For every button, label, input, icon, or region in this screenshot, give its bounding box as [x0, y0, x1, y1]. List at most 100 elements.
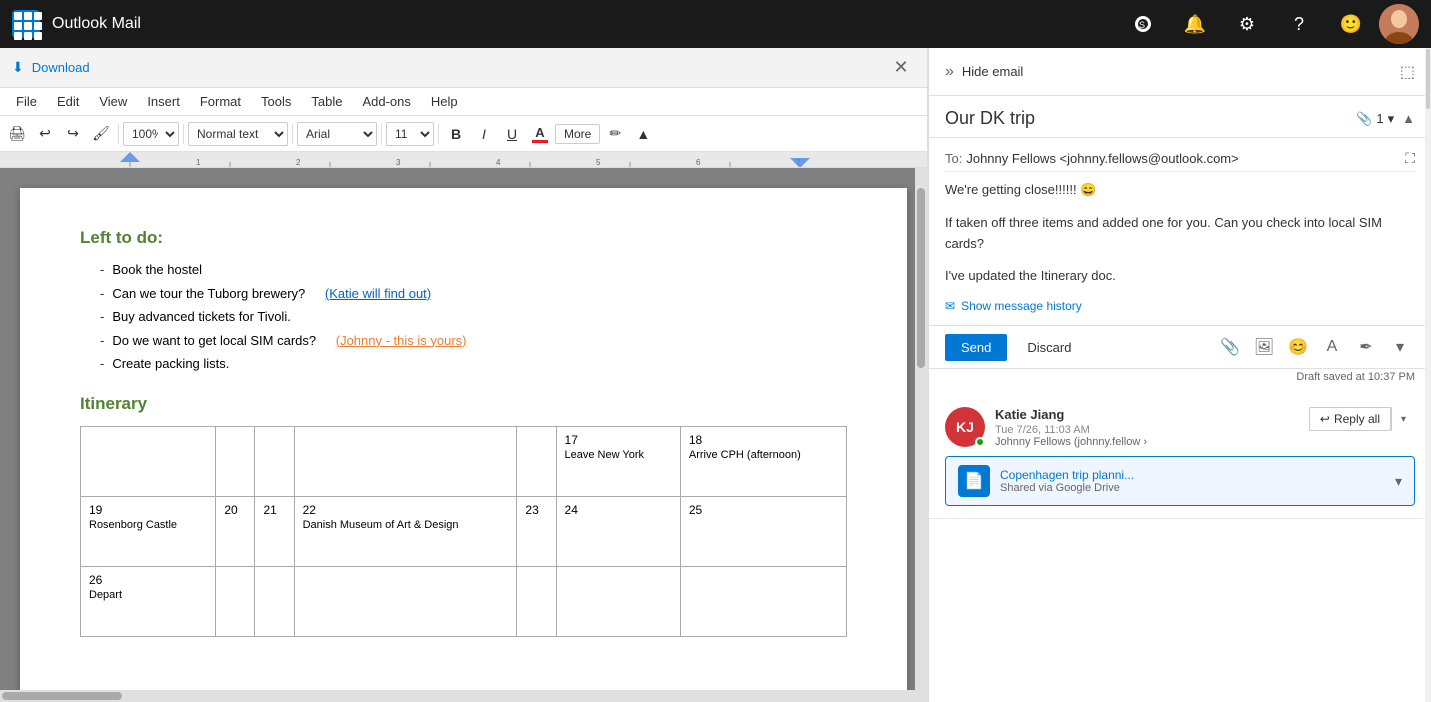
- font-color-button[interactable]: A: [527, 121, 553, 147]
- ruler: 1 2 3 4 5 6 7: [0, 152, 927, 168]
- email-message: KJ Katie Jiang Tue 7/26, 11:03 AM Johnny…: [929, 395, 1431, 519]
- table-cell-22: 22 Danish Museum of Art & Design: [294, 496, 517, 566]
- menu-insert[interactable]: Insert: [139, 92, 188, 111]
- expand-email-icon[interactable]: ⬚: [1400, 62, 1415, 82]
- menu-addons[interactable]: Add-ons: [354, 92, 418, 111]
- attachment-subtitle: Shared via Google Drive: [1000, 482, 1385, 494]
- text-format-icon[interactable]: A: [1317, 332, 1347, 362]
- attachment-filename: Copenhagen trip planni...: [1000, 468, 1385, 482]
- italic-button[interactable]: I: [471, 121, 497, 147]
- svg-text:3: 3: [396, 158, 401, 167]
- heading-itinerary: Itinerary: [80, 394, 847, 414]
- print-icon[interactable]: 🖨: [4, 121, 30, 147]
- email-panel: » Hide email ⬚ Our DK trip 📎 1 ▾ ▲ To: J…: [928, 48, 1431, 702]
- font-size-select[interactable]: 11: [386, 122, 434, 146]
- gear-icon[interactable]: ⚙: [1223, 0, 1271, 48]
- bold-button[interactable]: B: [443, 121, 469, 147]
- discard-button[interactable]: Discard: [1015, 334, 1083, 361]
- table-cell: [81, 426, 216, 496]
- compose-body[interactable]: We're getting close!!!!!! 😄 If taken off…: [945, 172, 1415, 295]
- more-options-icon[interactable]: ▾: [1385, 332, 1415, 362]
- attachment-card[interactable]: 📄 Copenhagen trip planni... Shared via G…: [945, 456, 1415, 506]
- download-bar: ⬇ Download ✕: [0, 48, 927, 88]
- menu-table[interactable]: Table: [303, 92, 350, 111]
- send-button[interactable]: Send: [945, 334, 1007, 361]
- download-arrow-icon: ⬇: [12, 59, 24, 76]
- reply-dropdown-button[interactable]: ▾: [1391, 407, 1415, 431]
- chevron-down-icon[interactable]: ▾: [1388, 111, 1395, 127]
- to-field: To: Johnny Fellows <johnny.fellows@outlo…: [945, 146, 1415, 172]
- list-item: - Do we want to get local SIM cards? (Jo…: [100, 331, 847, 351]
- bell-icon[interactable]: 🔔: [1171, 0, 1219, 48]
- avatar[interactable]: [1379, 4, 1419, 44]
- skype-icon[interactable]: S: [1119, 0, 1167, 48]
- help-icon[interactable]: ?: [1275, 0, 1323, 48]
- online-status-dot: [975, 437, 985, 447]
- text-style-select[interactable]: Normal text: [188, 122, 288, 146]
- table-cell-26: 26 Depart: [81, 566, 216, 636]
- show-message-history-button[interactable]: ✉ Show message history: [945, 295, 1415, 317]
- attachment-info: Copenhagen trip planni... Shared via Goo…: [1000, 468, 1385, 494]
- underline-button[interactable]: U: [499, 121, 525, 147]
- zoom-select[interactable]: 100%: [123, 122, 179, 146]
- app-title: Outlook Mail: [52, 15, 1107, 33]
- expand-compose-icon[interactable]: ⛶: [1405, 150, 1415, 167]
- emoji-picker-icon[interactable]: 😊: [1283, 332, 1313, 362]
- download-button[interactable]: Download: [32, 60, 90, 75]
- attach-file-icon[interactable]: 📎: [1215, 332, 1245, 362]
- topbar: Outlook Mail S 🔔 ⚙ ? 🙂: [0, 0, 1431, 48]
- collapse-toolbar-icon[interactable]: ▲: [630, 121, 656, 147]
- pen-tool-icon[interactable]: ✏: [602, 121, 628, 147]
- table-cell-23: 23: [517, 496, 556, 566]
- editor-scrollbar[interactable]: [915, 168, 927, 702]
- signature-icon[interactable]: ✒: [1351, 332, 1381, 362]
- envelope-icon: ✉: [945, 299, 955, 313]
- message-recipient: Johnny Fellows (johnny.fellow ›: [995, 436, 1299, 448]
- sender-initials: KJ: [956, 419, 974, 435]
- menu-file[interactable]: File: [8, 92, 45, 111]
- close-editor-button[interactable]: ✕: [887, 54, 915, 82]
- reply-action-group: ↩ Reply all ▾: [1309, 407, 1415, 431]
- table-cell-18: 18 Arrive CPH (afternoon): [680, 426, 846, 496]
- app-grid-icon[interactable]: [12, 10, 40, 38]
- insert-image-icon[interactable]: 🖼: [1249, 332, 1279, 362]
- svg-text:2: 2: [296, 158, 301, 167]
- menu-edit[interactable]: Edit: [49, 92, 87, 111]
- reply-all-button[interactable]: ↩ Reply all: [1309, 407, 1391, 431]
- document-page: Left to do: - Book the hostel - Can we t…: [20, 188, 907, 702]
- chevrons-icon: »: [945, 63, 954, 81]
- document-area: Left to do: - Book the hostel - Can we t…: [0, 168, 927, 702]
- list-item: - Book the hostel: [100, 260, 847, 280]
- menu-help[interactable]: Help: [423, 92, 466, 111]
- email-scrollbar[interactable]: [1425, 48, 1431, 702]
- hide-email-button[interactable]: Hide email: [962, 64, 1023, 79]
- sender-name: Katie Jiang: [995, 407, 1299, 422]
- table-cell-24: 24: [556, 496, 680, 566]
- table-cell: [517, 566, 556, 636]
- attachment-expand-icon[interactable]: ▾: [1395, 473, 1402, 490]
- email-messages: KJ Katie Jiang Tue 7/26, 11:03 AM Johnny…: [929, 387, 1431, 702]
- table-cell: [294, 566, 517, 636]
- table-cell: [680, 566, 846, 636]
- sender-info: Katie Jiang Tue 7/26, 11:03 AM Johnny Fe…: [995, 407, 1299, 448]
- list-item: - Create packing lists.: [100, 354, 847, 374]
- menu-view[interactable]: View: [91, 92, 135, 111]
- paint-format-icon[interactable]: 🖌: [88, 121, 114, 147]
- more-button[interactable]: More: [555, 124, 600, 144]
- table-cell: [517, 426, 556, 496]
- main-layout: ⬇ Download ✕ File Edit View Insert Forma…: [0, 48, 1431, 702]
- table-cell: [216, 566, 255, 636]
- svg-text:S: S: [1139, 20, 1145, 30]
- attachment-doc-icon: 📄: [958, 465, 990, 497]
- table-cell: [216, 426, 255, 496]
- emoji-icon[interactable]: 🙂: [1327, 0, 1375, 48]
- undo-icon[interactable]: ↩: [32, 121, 58, 147]
- compose-icon-group: 📎 🖼 😊 A ✒ ▾: [1215, 332, 1415, 362]
- redo-icon[interactable]: ↪: [60, 121, 86, 147]
- menu-tools[interactable]: Tools: [253, 92, 299, 111]
- svg-text:5: 5: [596, 158, 601, 167]
- font-select[interactable]: Arial: [297, 122, 377, 146]
- collapse-email-button[interactable]: ▲: [1402, 111, 1415, 126]
- editor-hscrollbar[interactable]: [0, 690, 915, 702]
- menu-format[interactable]: Format: [192, 92, 249, 111]
